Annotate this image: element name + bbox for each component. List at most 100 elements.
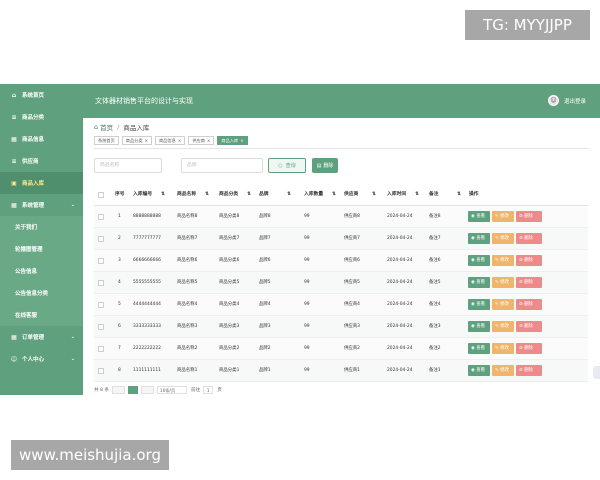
edit-button[interactable]: ✎ 修改: [492, 321, 514, 332]
table-cell: 供应商7: [344, 236, 360, 241]
sidebar-subitem[interactable]: 在线客服: [0, 304, 83, 326]
search-button[interactable]: ○ 查询: [268, 158, 306, 173]
row-checkbox[interactable]: [98, 280, 104, 286]
delete-button[interactable]: ⊘ 删除: [516, 255, 542, 266]
select-all-checkbox[interactable]: [98, 192, 104, 198]
table-cell: 4444444444: [133, 302, 161, 307]
brand-input[interactable]: 品牌: [181, 158, 263, 173]
delete-button[interactable]: ⊘ 删除: [516, 365, 542, 376]
column-header[interactable]: 商品名称: [177, 184, 196, 206]
edit-button[interactable]: ✎ 修改: [492, 299, 514, 310]
row-checkbox[interactable]: [98, 324, 104, 330]
column-header[interactable]: 入库编号: [133, 184, 152, 206]
product-name-input[interactable]: 商品名称: [94, 158, 162, 173]
view-button[interactable]: ◉ 查看: [468, 277, 490, 288]
sidebar-subitem[interactable]: 轮播图管理: [0, 238, 83, 260]
sidebar-item[interactable]: ☺ 个人中心 ⌄: [0, 348, 83, 370]
column-header[interactable]: 品牌: [259, 184, 269, 206]
close-icon[interactable]: ×: [207, 138, 211, 143]
row-checkbox[interactable]: [98, 214, 104, 220]
table-cell: 99: [304, 346, 310, 351]
edit-button[interactable]: ✎ 修改: [492, 365, 514, 376]
edit-button[interactable]: ✎ 修改: [492, 233, 514, 244]
tab-tag[interactable]: 系统首页: [94, 136, 119, 145]
sidebar-item[interactable]: ▦ 商品信息: [0, 128, 83, 150]
row-checkbox[interactable]: [98, 368, 104, 374]
breadcrumb-separator: /: [117, 123, 120, 131]
table-cell: 商品名称4: [177, 302, 198, 307]
tab-tag[interactable]: 商品分类 ×: [121, 136, 153, 145]
avatar[interactable]: ☺: [547, 95, 559, 106]
next-page-button[interactable]: [141, 386, 155, 394]
page-1-button[interactable]: [128, 386, 139, 394]
column-header[interactable]: 入库时间: [387, 184, 406, 206]
logout-link[interactable]: 退出登录: [564, 97, 586, 105]
view-button[interactable]: ◉ 查看: [468, 365, 490, 376]
column-header[interactable]: 供应商: [344, 184, 358, 206]
table-cell: 供应商8: [344, 214, 360, 219]
sidebar-item[interactable]: ▣ 商品入库: [0, 172, 83, 194]
close-icon[interactable]: ×: [145, 138, 149, 143]
edit-button[interactable]: ✎ 修改: [492, 255, 514, 266]
column-header[interactable]: 备注: [429, 184, 439, 206]
sort-icon[interactable]: ⇅: [161, 184, 165, 206]
sort-icon[interactable]: ⇅: [415, 184, 419, 206]
delete-button[interactable]: ⊘ 删除: [516, 211, 542, 222]
tab-tag[interactable]: 商品信息 ×: [155, 136, 186, 145]
column-header[interactable]: 商品分类: [219, 184, 238, 206]
edit-button[interactable]: ✎ 修改: [492, 277, 514, 288]
sort-icon[interactable]: ⇅: [205, 184, 209, 206]
delete-button[interactable]: ⊘ 删除: [516, 233, 542, 244]
row-checkbox[interactable]: [98, 258, 104, 264]
prev-page-button[interactable]: [112, 386, 126, 394]
sidebar-item[interactable]: ▦ 订单管理 ⌄: [0, 326, 83, 348]
sidebar-subitem[interactable]: 关于我们: [0, 216, 83, 238]
sort-icon[interactable]: ⇅: [332, 184, 336, 206]
table-row: 3 6666666666 商品名称6 商品分类6 品牌6 99 供应商6 2024-04-24…: [94, 250, 588, 272]
sort-icon[interactable]: ⇅: [287, 184, 291, 206]
user-menu[interactable]: ☺ 退出登录: [547, 95, 586, 106]
edit-button[interactable]: ✎ 修改: [492, 211, 514, 222]
delete-button[interactable]: ⊘ 删除: [516, 321, 542, 332]
column-header[interactable]: 入库数量: [304, 184, 323, 206]
sidebar-subitem[interactable]: 公告信息分类: [0, 282, 83, 304]
close-icon[interactable]: ×: [178, 138, 182, 143]
page-size-select[interactable]: 10条/页: [157, 386, 188, 394]
table-cell: 备注2: [429, 346, 441, 351]
delete-button[interactable]: ⊘ 删除: [516, 277, 542, 288]
sidebar-item[interactable]: ≡ 商品分类: [0, 106, 83, 128]
delete-button-label: 删除: [524, 236, 533, 241]
row-checkbox[interactable]: [98, 236, 104, 242]
sidebar-item[interactable]: ≡ 供应商: [0, 150, 83, 172]
table-cell: 2222222222: [133, 346, 161, 351]
tab-tag[interactable]: 供应商 ×: [188, 136, 215, 145]
table-cell: 商品分类3: [219, 324, 240, 329]
view-button[interactable]: ◉ 查看: [468, 211, 490, 222]
batch-delete-button[interactable]: ▤ 删除: [312, 158, 338, 173]
floating-widget[interactable]: [593, 366, 600, 379]
sort-icon[interactable]: ⇅: [372, 184, 376, 206]
sidebar-item[interactable]: ⌂ 系统首页: [0, 84, 83, 106]
column-header[interactable]: 序号: [115, 184, 125, 206]
close-icon[interactable]: ×: [240, 138, 244, 143]
view-button[interactable]: ◉ 查看: [468, 321, 490, 332]
breadcrumb-home[interactable]: 首页: [100, 122, 113, 132]
row-checkbox[interactable]: [98, 302, 104, 308]
sort-icon[interactable]: ⇅: [457, 184, 461, 206]
delete-button[interactable]: ⊘ 删除: [516, 343, 542, 354]
sort-icon[interactable]: ⇅: [247, 184, 251, 206]
view-button[interactable]: ◉ 查看: [468, 299, 490, 310]
tab-tag[interactable]: 商品入库 ×: [217, 136, 248, 145]
table-cell: 8888888888: [133, 214, 161, 219]
row-checkbox[interactable]: [98, 346, 104, 352]
edit-button[interactable]: ✎ 修改: [492, 343, 514, 354]
sidebar-subitem[interactable]: 公告信息: [0, 260, 83, 282]
app-window: ⌂ 系统首页 ≡ 商品分类 ▦ 商品信息 ≡ 供应商 ▣ 商品入库 ▦ 系统管理 ⌄ 关于我们 轮播图管理公…: [0, 84, 600, 395]
table-header-row: 序号 入库编号 ⇅ 商品名称 ⇅ 商品分类 ⇅ 品牌 ⇅ 入库数量 ⇅ 供应商 ⇅ 入库时间 ⇅ 备注 ⇅ 操作: [94, 184, 588, 206]
view-button[interactable]: ◉ 查看: [468, 233, 490, 244]
sidebar-item[interactable]: ▦ 系统管理 ⌄: [0, 194, 83, 216]
delete-button[interactable]: ⊘ 删除: [516, 299, 542, 310]
view-button[interactable]: ◉ 查看: [468, 343, 490, 354]
view-button[interactable]: ◉ 查看: [468, 255, 490, 266]
goto-page-input[interactable]: 1: [203, 386, 214, 394]
